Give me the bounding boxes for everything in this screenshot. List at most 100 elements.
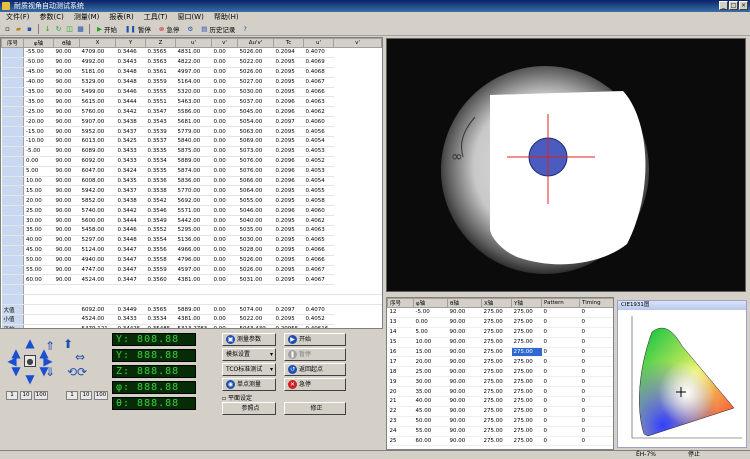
test-point-cell[interactable]: 22 (387, 406, 414, 417)
test-point-cell[interactable]: 0 (579, 317, 613, 328)
table-cell[interactable]: 5035.00 (237, 225, 274, 236)
new-icon[interactable]: ▫ (3, 25, 12, 34)
table-cell[interactable]: 0.00 (211, 185, 238, 197)
row-header[interactable] (1, 245, 24, 256)
table-cell[interactable]: 55.00 (23, 265, 54, 276)
test-point-cell[interactable]: 275.00 (511, 406, 542, 417)
table-cell[interactable]: 0.00 (211, 77, 238, 88)
test-point-cell[interactable]: 5.00 (413, 327, 448, 338)
row-header[interactable] (1, 274, 24, 286)
table-cell[interactable]: 0.3561 (145, 67, 176, 78)
table-cell[interactable]: 0.3554 (145, 235, 176, 246)
grid2-header-cell[interactable]: Y轴 (511, 298, 542, 308)
table-cell[interactable]: 0.2096 (273, 176, 304, 187)
test-point-cell[interactable]: 90.00 (447, 366, 482, 378)
table-cell[interactable]: 5600.00 (79, 215, 116, 227)
table-cell[interactable]: 5.00 (23, 166, 54, 177)
table-row[interactable]: -55.00 90.00 4709.00 0.3446 0.3565 4831.00 0.0… (1, 47, 382, 58)
table-cell[interactable]: 0.3549 (145, 215, 176, 227)
table-cell[interactable]: 4796.00 (175, 255, 212, 266)
test-point-cell[interactable]: 18 (387, 366, 414, 378)
table-row[interactable]: 0.00 90.00 6092.00 0.3433 0.3534 5889.00 0.00 5… (1, 156, 382, 167)
table-cell[interactable]: 0.00 (211, 96, 238, 108)
table-cell[interactable]: 0.3537 (145, 136, 176, 147)
table-cell[interactable]: 90.00 (53, 245, 80, 256)
table-cell[interactable]: 5840.00 (175, 136, 212, 147)
test-point-cell[interactable]: 0 (541, 337, 580, 348)
test-point-cell[interactable]: 0 (579, 436, 613, 447)
row-header[interactable] (1, 265, 24, 276)
table-cell[interactable]: 6089.00 (79, 146, 116, 157)
row-header[interactable] (1, 205, 24, 217)
table-cell[interactable]: 0.3433 (115, 156, 146, 167)
table-cell[interactable]: 0.00 (211, 116, 238, 128)
test-point-cell[interactable]: 0 (541, 327, 580, 338)
table-cell[interactable]: 90.00 (53, 57, 80, 68)
toolbar-help-button[interactable]: ? (240, 24, 249, 35)
test-point-cell[interactable]: 275.00 (481, 376, 512, 388)
table-cell[interactable]: 0.3447 (115, 265, 146, 276)
row-header[interactable] (1, 116, 24, 128)
table-cell[interactable]: 5571.00 (175, 205, 212, 217)
table-cell[interactable]: 0.4066 (303, 255, 334, 266)
table-cell[interactable]: 0.2095 (273, 225, 304, 236)
table-cell[interactable]: 0.2096 (273, 205, 304, 217)
table-cell[interactable]: 0.2096 (273, 156, 304, 167)
test-point-cell[interactable]: 55.00 (413, 426, 448, 437)
table-cell[interactable]: 0.00 (23, 156, 54, 167)
table-row[interactable]: 35.00 90.00 5458.00 0.3446 0.3552 5295.00 0.00… (1, 225, 382, 236)
table-cell[interactable]: 60.00 (23, 274, 54, 286)
table-cell[interactable]: 0.4069 (303, 57, 334, 68)
test-point-cell[interactable]: 21 (387, 396, 414, 407)
test-point-cell[interactable]: 0 (579, 327, 613, 338)
center-button[interactable]: ● (24, 355, 36, 367)
table-cell[interactable]: 50.00 (23, 255, 54, 266)
test-point-cell[interactable]: 20.00 (413, 356, 448, 368)
table-cell[interactable]: 0.3556 (145, 245, 176, 256)
save-icon[interactable]: ▪ (25, 25, 34, 34)
table-cell[interactable]: 90.00 (53, 67, 80, 78)
test-point-cell[interactable]: 275.00 (481, 436, 512, 447)
table-cell[interactable]: 90.00 (53, 156, 80, 167)
table-cell[interactable]: 0.2095 (273, 185, 304, 197)
up-arrow-icon[interactable]: ▲ (24, 337, 36, 349)
table-cell[interactable]: 0.2097 (273, 116, 304, 128)
table-cell[interactable]: 0.3444 (115, 96, 146, 108)
table-cell[interactable]: 0.3559 (145, 77, 176, 88)
test-point-row[interactable]: 19 30.00 90.00 275.00 275.00 0 0 (387, 376, 613, 388)
test-point-cell[interactable]: 90.00 (447, 396, 482, 407)
test-point-cell[interactable]: 0 (541, 347, 580, 358)
table-cell[interactable]: 0.00 (211, 106, 238, 118)
table-cell[interactable]: 5681.00 (175, 116, 212, 128)
row-header[interactable] (1, 195, 24, 207)
table-cell[interactable]: 5055.00 (237, 195, 274, 207)
row-header[interactable] (1, 136, 24, 147)
table-cell[interactable]: 0.4053 (303, 146, 334, 157)
table-cell[interactable]: 5026.00 (237, 47, 274, 58)
table-cell[interactable]: 5952.00 (79, 126, 116, 138)
test-point-cell[interactable]: 90.00 (447, 356, 482, 368)
table-cell[interactable]: 0.4068 (303, 67, 334, 78)
pause-button[interactable]: ❚ 暂停 (284, 348, 346, 361)
test-point-cell[interactable]: 23 (387, 416, 414, 427)
test-point-cell[interactable]: 0 (541, 386, 580, 398)
table-cell[interactable]: 0.3437 (115, 185, 146, 197)
table-cell[interactable]: 5076.00 (237, 156, 274, 167)
menu-report[interactable]: 报表(R) (105, 12, 137, 23)
table-cell[interactable]: 0.2095 (273, 146, 304, 157)
table-cell[interactable]: 90.00 (53, 136, 80, 147)
table-row[interactable]: 15.00 90.00 5942.00 0.3437 0.3538 5770.00 0.00… (1, 185, 382, 197)
table-cell[interactable]: 0.00 (211, 215, 238, 227)
mode-setting-button[interactable]: 模拟设置 ▾ (222, 348, 276, 361)
table-row[interactable]: 10.00 90.00 6008.00 0.3435 0.3536 5836.00 0.00… (1, 176, 382, 187)
test-point-cell[interactable]: 275.00 (511, 366, 542, 378)
table-cell[interactable]: 5942.00 (79, 185, 116, 197)
grid-header-cell[interactable]: v' (333, 38, 382, 48)
test-point-cell[interactable]: 275.00 (481, 426, 512, 437)
row-header[interactable] (1, 96, 24, 108)
test-point-cell[interactable]: 90.00 (447, 327, 482, 338)
test-point-row[interactable]: 21 40.00 90.00 275.00 275.00 0 0 (387, 396, 613, 407)
table-cell[interactable]: 0.4052 (303, 156, 334, 167)
test-point-cell[interactable]: 0 (579, 337, 613, 348)
test-point-row[interactable]: 25 60.00 90.00 275.00 275.00 0 0 (387, 436, 613, 447)
